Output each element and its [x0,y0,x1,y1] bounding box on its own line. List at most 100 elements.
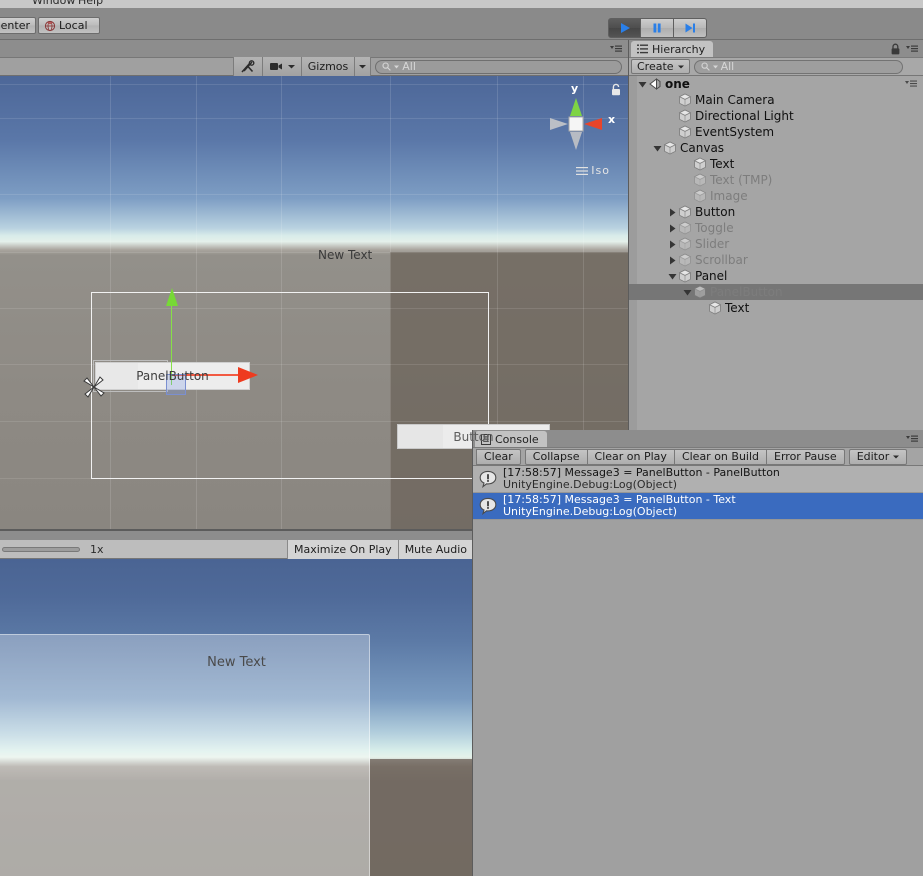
step-icon [685,23,695,33]
gameobject-icon [678,125,692,139]
console-message[interactable]: [17:58:57] Message3 = PanelButton - Pane… [473,466,923,493]
mute-audio-button[interactable]: Mute Audio [397,539,473,559]
hierarchy-item-label: PanelButton [710,285,783,299]
tab-hierarchy[interactable]: Hierarchy [631,41,714,57]
hierarchy-panel: Hierarchy Create All one Main Camera Dir… [629,40,923,430]
console-error-pause-label: Error Pause [774,450,837,463]
hierarchy-item-label: Directional Light [695,109,794,123]
scene-tools-button[interactable] [232,57,263,76]
console-clear-on-build-label: Clear on Build [681,450,760,463]
scene-text-object[interactable]: New Text [318,248,372,262]
hierarchy-search-input[interactable]: All [693,59,903,74]
foldout-toggle[interactable] [682,284,693,300]
hierarchy-item-label: EventSystem [695,125,775,139]
console-message-list[interactable]: [17:58:57] Message3 = PanelButton - Pane… [473,466,923,876]
menu-item-window[interactable]: Window [32,0,75,7]
play-button[interactable] [608,18,641,38]
panel-menu-icon[interactable] [610,44,622,54]
hamburger-icon [576,166,589,175]
game-ground-shadow [370,759,473,876]
hierarchy-item-text[interactable]: Text [629,156,923,172]
game-viewport[interactable]: New Text [0,559,473,876]
foldout-toggle[interactable] [667,268,678,284]
foldout-collapsed-icon[interactable] [668,208,677,217]
hierarchy-item-eventsystem[interactable]: EventSystem [629,124,923,140]
foldout-toggle[interactable] [667,236,678,252]
foldout-expanded-icon[interactable] [668,272,677,281]
hierarchy-item-one[interactable]: one [629,76,923,92]
scene-camera-button[interactable] [262,57,302,76]
hierarchy-item-label: Text [725,301,750,315]
maximize-on-play-button[interactable]: Maximize On Play [287,539,398,559]
scene-projection-label: Iso [591,164,610,177]
console-clear-button[interactable]: Clear [476,448,521,465]
foldout-toggle [682,172,693,188]
hierarchy-item-panel[interactable]: Panel [629,268,923,284]
hierarchy-item-image[interactable]: Image [629,188,923,204]
foldout-collapsed-icon[interactable] [668,224,677,233]
scene-gizmos-button[interactable]: Gizmos [301,57,356,76]
menu-item-help[interactable]: Help [78,0,103,7]
foldout-toggle[interactable] [637,76,648,92]
lock-icon[interactable] [610,83,622,96]
console-message[interactable]: [17:58:57] Message3 = PanelButton - Text… [473,493,923,520]
foldout-toggle[interactable] [652,140,663,156]
game-scale-label: 1x [90,542,104,556]
scene-search-input[interactable]: All [375,59,622,74]
scene-context-menu-icon[interactable] [905,79,917,89]
pause-button[interactable] [641,18,674,38]
hierarchy-tree[interactable]: one Main Camera Directional Light EventSyst… [629,76,923,430]
hierarchy-item-scrollbar[interactable]: Scrollbar [629,252,923,268]
game-toolbar: 1x Maximize On Play Mute Audio [0,539,473,559]
foldout-toggle[interactable] [667,220,678,236]
panel-menu-icon[interactable] [906,44,918,54]
hierarchy-item-text[interactable]: Text [629,300,923,316]
hierarchy-icon [637,44,648,54]
horizontal-splitter[interactable] [0,529,473,531]
camera-icon [269,63,282,70]
console-editor-dropdown[interactable]: Editor [848,448,908,465]
hierarchy-item-label: Panel [695,269,728,283]
foldout-expanded-icon[interactable] [683,288,692,297]
lock-icon[interactable] [890,43,901,55]
foldout-expanded-icon[interactable] [638,80,647,89]
hierarchy-create-label: Create [637,60,674,73]
gameobject-icon [678,253,692,267]
console-clear-on-play-toggle[interactable]: Clear on Play [587,448,675,465]
hierarchy-item-panelbutton[interactable]: PanelButton [629,284,923,300]
foldout-toggle[interactable] [667,204,678,220]
hierarchy-tabstrip: Hierarchy [629,40,923,57]
console-collapse-toggle[interactable]: Collapse [524,448,588,465]
pivot-mode-button[interactable]: enter [0,17,36,34]
foldout-collapsed-icon[interactable] [668,240,677,249]
scene-gizmos-dropdown[interactable] [355,57,372,76]
gizmo-y-axis-arrow[interactable] [166,288,178,306]
step-button[interactable] [674,18,707,38]
foldout-collapsed-icon[interactable] [668,256,677,265]
hierarchy-item-button[interactable]: Button [629,204,923,220]
hierarchy-item-canvas[interactable]: Canvas [629,140,923,156]
foldout-toggle[interactable] [667,252,678,268]
foldout-expanded-icon[interactable] [653,144,662,153]
axis-x-label: x [608,113,616,126]
gizmo-x-axis-arrow[interactable] [238,367,258,383]
hierarchy-item-text-tmp[interactable]: Text (TMP) [629,172,923,188]
scene-projection-toggle[interactable]: Iso [576,164,610,177]
gameobject-icon [678,221,692,235]
console-error-pause-toggle[interactable]: Error Pause [767,448,845,465]
pause-icon [653,23,661,33]
game-scale-slider[interactable] [0,540,84,559]
foldout-toggle [697,300,708,316]
menu-bar: Window Help [0,0,923,8]
hierarchy-item-main-camera[interactable]: Main Camera [629,92,923,108]
hierarchy-item-toggle[interactable]: Toggle [629,220,923,236]
hierarchy-create-button[interactable]: Create [631,59,690,74]
gameobject-icon [708,301,722,315]
vertical-splitter[interactable] [628,40,629,430]
hierarchy-item-directional-light[interactable]: Directional Light [629,108,923,124]
pivot-rotation-button[interactable]: Local [38,17,100,34]
console-clear-on-build-toggle[interactable]: Clear on Build [674,448,768,465]
panel-menu-icon[interactable] [906,434,918,444]
hierarchy-item-slider[interactable]: Slider [629,236,923,252]
console-splitter[interactable] [472,430,473,876]
